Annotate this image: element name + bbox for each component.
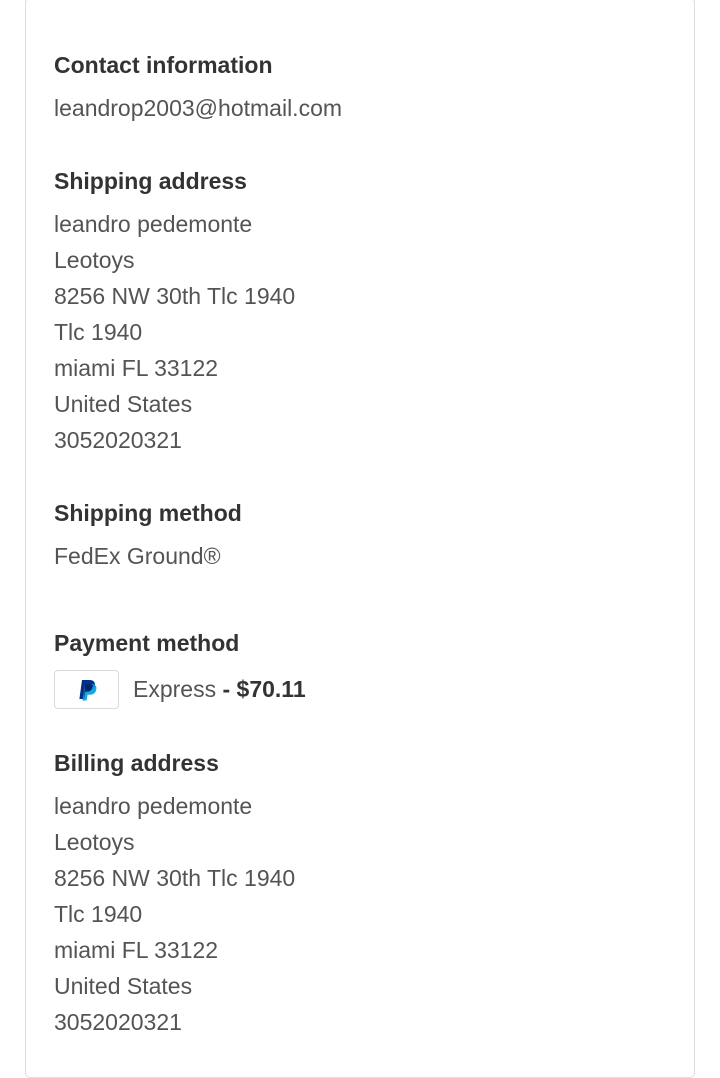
payment-method-summary: Express - $70.11 [133, 676, 306, 703]
shipping-address-lines: leandro pedemonte Leotoys 8256 NW 30th T… [54, 206, 295, 458]
contact-heading: Contact information [54, 52, 273, 78]
shipping-address-line: 8256 NW 30th Tlc 1940 [54, 283, 296, 309]
contact-section: Contact information leandrop2003@hotmail… [54, 50, 342, 126]
payment-method-label: Express [133, 676, 217, 702]
paypal-icon [54, 670, 119, 709]
shipping-method-value: FedEx Ground® [54, 543, 221, 569]
billing-address-heading: Billing address [54, 750, 219, 776]
billing-address-line: Leotoys [54, 829, 135, 855]
shipping-address-line: 3052020321 [54, 427, 182, 453]
contact-email: leandrop2003@hotmail.com [54, 95, 343, 121]
shipping-method-section: Shipping method FedEx Ground® [54, 498, 242, 574]
billing-address-lines: leandro pedemonte Leotoys 8256 NW 30th T… [54, 788, 295, 1040]
payment-method-row: Express - $70.11 [54, 670, 306, 709]
billing-address-line: miami FL 33122 [54, 937, 219, 963]
shipping-address-line: miami FL 33122 [54, 355, 219, 381]
billing-address-section: Billing address leandro pedemonte Leotoy… [54, 748, 295, 1040]
shipping-address-line: Tlc 1940 [54, 319, 143, 345]
billing-address-line: United States [54, 973, 193, 999]
shipping-method-heading: Shipping method [54, 500, 242, 526]
shipping-address-line: United States [54, 391, 193, 417]
payment-method-separator: - [216, 676, 237, 702]
payment-method-section: Payment method Express - $70.11 [54, 628, 306, 709]
shipping-address-line: leandro pedemonte [54, 211, 253, 237]
billing-address-line: 3052020321 [54, 1009, 182, 1035]
billing-address-line: Tlc 1940 [54, 901, 143, 927]
billing-address-line: leandro pedemonte [54, 793, 253, 819]
payment-method-amount: $70.11 [236, 676, 306, 702]
shipping-address-heading: Shipping address [54, 168, 247, 194]
shipping-address-section: Shipping address leandro pedemonte Leoto… [54, 166, 295, 458]
payment-method-heading: Payment method [54, 630, 240, 656]
shipping-address-line: Leotoys [54, 247, 135, 273]
billing-address-line: 8256 NW 30th Tlc 1940 [54, 865, 296, 891]
